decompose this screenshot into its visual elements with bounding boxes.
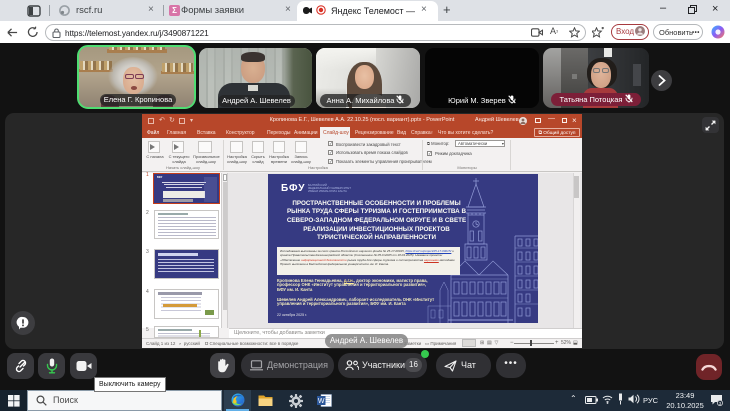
svg-text:W: W	[318, 398, 325, 405]
